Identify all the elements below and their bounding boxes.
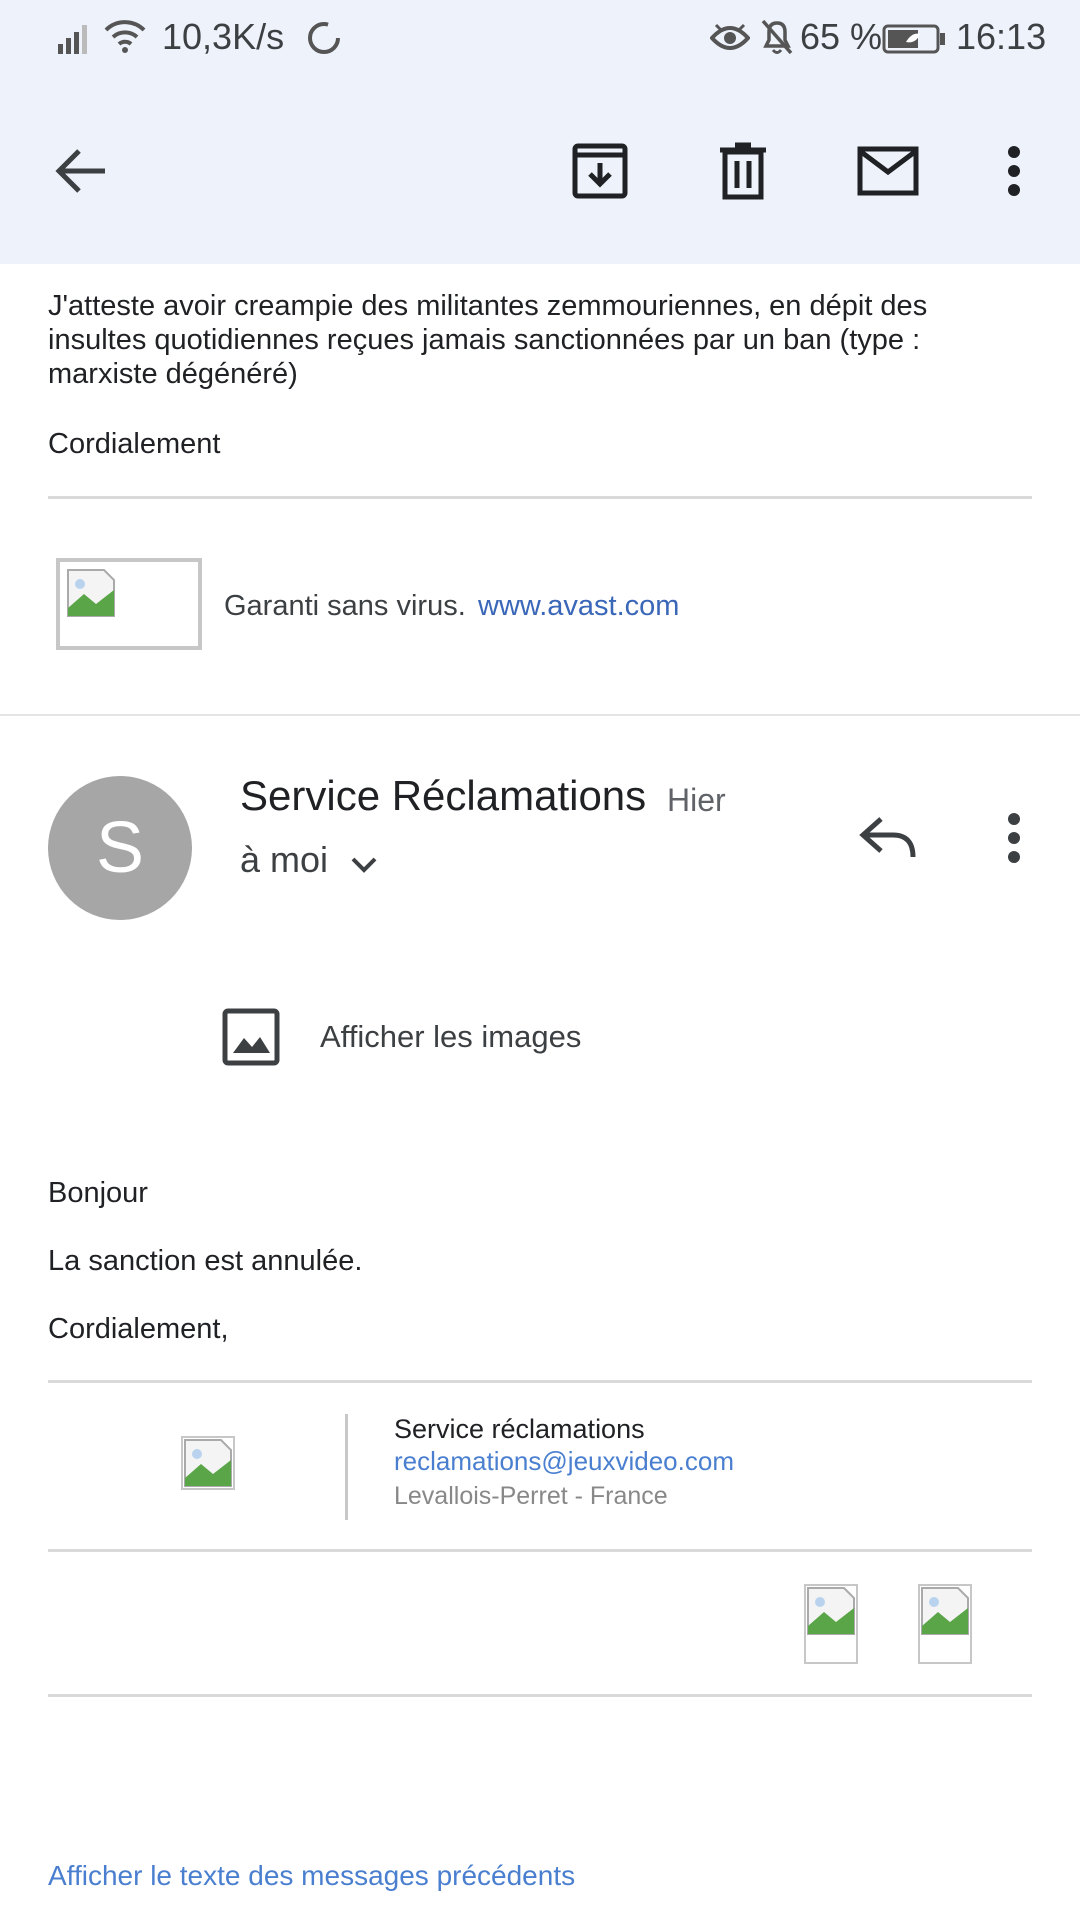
divider: [48, 1380, 1032, 1383]
message-greeting: Bonjour: [48, 1177, 148, 1209]
mail-icon: [857, 146, 919, 196]
more-vert-icon: [1008, 813, 1020, 863]
recipient-details-toggle[interactable]: à moi: [240, 838, 378, 882]
divider: [48, 1549, 1032, 1552]
divider: [48, 496, 1032, 499]
eye-icon: [710, 23, 750, 50]
antivirus-link[interactable]: www.avast.com: [478, 589, 679, 623]
wifi-icon: [104, 20, 146, 53]
more-options-button[interactable]: [990, 135, 1038, 207]
recipient-label: à moi: [240, 839, 329, 880]
mark-unread-button[interactable]: [852, 135, 924, 207]
archive-button[interactable]: [564, 135, 636, 207]
archive-icon: [572, 143, 628, 199]
image-placeholder-icon: [807, 1587, 855, 1635]
message-date: Hier: [667, 782, 726, 818]
status-bar: 10,3K/s 65 % 16:13: [0, 0, 1080, 80]
broken-image-icon: [56, 558, 202, 650]
show-quoted-text-link[interactable]: Afficher le texte des messages précédent…: [48, 1860, 575, 1892]
message-more-button[interactable]: [990, 806, 1038, 870]
signature-logo-image: [181, 1436, 235, 1490]
social-image-1[interactable]: [804, 1584, 858, 1664]
signal-icon: [58, 25, 87, 54]
image-placeholder-icon: [67, 569, 115, 617]
message-separator: [0, 714, 1080, 716]
trash-icon: [720, 142, 766, 200]
battery-icon: [882, 24, 945, 54]
signature-divider: [345, 1414, 348, 1520]
antivirus-text: Garanti sans virus.: [224, 590, 466, 622]
delete-button[interactable]: [707, 135, 779, 207]
arrow-left-icon: [55, 149, 105, 193]
sync-icon: [308, 22, 340, 54]
divider: [48, 1694, 1032, 1697]
network-speed: 10,3K/s: [162, 16, 285, 57]
signature-email[interactable]: reclamations@jeuxvideo.com: [394, 1446, 734, 1477]
reply-button[interactable]: [852, 806, 924, 870]
signature-location: Levallois-Perret - France: [394, 1482, 668, 1510]
bell-off-icon: [761, 19, 793, 55]
clock: 16:13: [956, 16, 1047, 57]
message-toolbar: [0, 80, 1080, 264]
image-icon: [222, 1008, 280, 1066]
image-placeholder-icon: [184, 1439, 232, 1487]
chevron-down-icon: [351, 857, 377, 873]
message-closing: Cordialement,: [48, 1313, 229, 1345]
social-image-2[interactable]: [918, 1584, 972, 1664]
show-images-button[interactable]: Afficher les images: [222, 1008, 581, 1066]
sender-avatar[interactable]: S: [48, 776, 192, 920]
sender-name[interactable]: Service Réclamations: [240, 772, 646, 820]
reply-icon: [859, 817, 916, 858]
signature-name: Service réclamations: [394, 1414, 645, 1444]
image-placeholder-icon: [921, 1587, 969, 1635]
show-images-label: Afficher les images: [320, 1019, 582, 1054]
previous-message-closing: Cordialement: [48, 428, 221, 460]
back-button[interactable]: [44, 135, 116, 207]
message-body: La sanction est annulée.: [48, 1245, 363, 1277]
more-vert-icon: [1008, 146, 1020, 196]
battery-percent: 65 %: [800, 16, 883, 57]
previous-message-body: J'atteste avoir creampie des militantes …: [48, 290, 928, 390]
